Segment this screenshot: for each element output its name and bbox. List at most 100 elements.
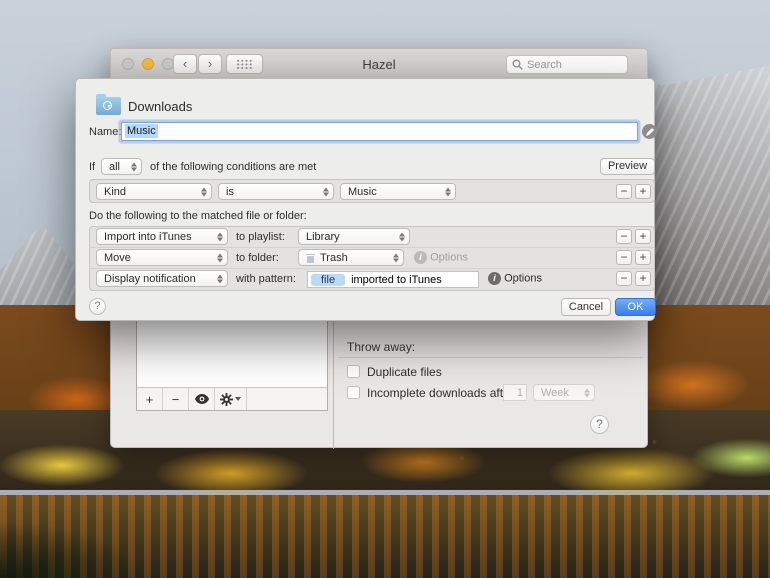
pattern-field[interactable]: file imported to iTunes [307, 271, 479, 288]
action-popup-notification[interactable]: Display notification [96, 270, 228, 287]
ok-button[interactable]: OK [615, 298, 656, 316]
folder-popup[interactable]: Trash [298, 249, 404, 266]
notification-options-button[interactable]: i Options [488, 272, 542, 285]
playlist-popup[interactable]: Library [298, 228, 410, 245]
stepper-icon [217, 232, 223, 241]
info-icon: i [488, 272, 501, 285]
dialog-folder-title: Downloads [128, 99, 193, 114]
add-action-button[interactable]: + [635, 250, 651, 265]
to-playlist-label: to playlist: [236, 231, 285, 243]
action-import-value: Import into iTunes [104, 230, 192, 243]
download-arrow-icon [106, 104, 111, 108]
pencil-icon [645, 127, 654, 136]
add-action-button[interactable]: + [635, 271, 651, 286]
search-icon [512, 59, 523, 70]
question-icon: ? [596, 417, 603, 431]
help-button[interactable]: ? [590, 415, 609, 434]
plus-icon: + [145, 391, 154, 407]
rule-name-value: Music [125, 124, 158, 138]
trash-icon [306, 253, 315, 263]
info-icon: i [414, 251, 427, 264]
add-condition-button[interactable]: + [635, 184, 651, 199]
notification-options-label: Options [504, 272, 542, 285]
chevron-down-icon [235, 397, 241, 401]
conditions-box: Kind is Music − + [89, 179, 655, 203]
move-options-button[interactable]: i Options [414, 251, 468, 264]
minus-icon: − [171, 391, 180, 407]
incomplete-duration-field[interactable] [503, 384, 527, 401]
stepper-icon [217, 274, 223, 283]
dialog-help-button[interactable]: ? [89, 298, 106, 315]
stepper-icon [399, 232, 405, 241]
condition-value-popup[interactable]: Music [340, 183, 456, 200]
action-popup-import[interactable]: Import into iTunes [96, 228, 228, 245]
minus-icon: − [620, 271, 628, 285]
stepper-icon [201, 187, 207, 196]
rule-name-field[interactable]: Music [121, 122, 638, 141]
duplicate-files-checkbox[interactable] [347, 365, 360, 378]
action-row-import: Import into iTunes to playlist: Library … [90, 227, 654, 248]
stepper-icon [584, 388, 590, 397]
action-row-move: Move to folder: Trash i Options − + [90, 248, 654, 269]
playlist-value: Library [306, 230, 340, 243]
with-pattern-label: with pattern: [236, 273, 296, 285]
wallpaper-dark-corner [0, 500, 220, 578]
folder-value: Trash [320, 251, 348, 264]
condition-attribute-value: Kind [104, 185, 127, 198]
remove-action-button[interactable]: − [616, 271, 632, 286]
titlebar[interactable]: ‹ › Hazel [111, 49, 647, 79]
name-label: Name: [89, 126, 122, 138]
actions-box: Import into iTunes to playlist: Library … [89, 226, 655, 291]
plus-icon: + [639, 250, 647, 264]
do-following-label: Do the following to the matched file or … [89, 210, 307, 222]
action-notification-value: Display notification [104, 272, 196, 285]
action-popup-move[interactable]: Move [96, 249, 228, 266]
search-field[interactable] [506, 55, 628, 74]
action-move-value: Move [104, 251, 131, 264]
throw-away-heading: Throw away: [347, 340, 416, 354]
match-mode-popup[interactable]: all [101, 158, 142, 175]
plus-icon: + [639, 229, 647, 243]
match-mode-value: all [109, 160, 121, 173]
incomplete-unit-popup[interactable]: Week [533, 384, 595, 401]
stepper-icon [323, 187, 329, 196]
add-action-button[interactable]: + [635, 229, 651, 244]
search-input[interactable] [527, 58, 617, 71]
plus-icon: + [639, 184, 647, 198]
cancel-button[interactable]: Cancel [561, 298, 611, 316]
remove-condition-button[interactable]: − [616, 184, 632, 199]
remove-action-button[interactable]: − [616, 229, 632, 244]
wallpaper-lake [0, 495, 770, 578]
edit-token-button[interactable] [642, 124, 657, 139]
remove-action-button[interactable]: − [616, 250, 632, 265]
incomplete-downloads-label: Incomplete downloads after [367, 386, 514, 400]
ok-label: OK [627, 301, 644, 313]
move-options-label: Options [430, 251, 468, 264]
cancel-label: Cancel [568, 301, 604, 313]
downloads-folder-icon [96, 94, 121, 115]
stepper-icon [393, 253, 399, 262]
action-row-notification: Display notification with pattern: file … [90, 269, 654, 290]
preview-button[interactable]: Preview [600, 158, 655, 175]
pattern-text: imported to iTunes [351, 273, 442, 286]
condition-operator-popup[interactable]: is [218, 183, 334, 200]
actions-gear-button[interactable] [215, 388, 247, 410]
condition-attribute-popup[interactable]: Kind [96, 183, 212, 200]
stepper-icon [445, 187, 451, 196]
eye-icon [194, 394, 209, 404]
preview-eye-button[interactable] [189, 388, 215, 410]
remove-folder-button[interactable]: − [163, 388, 189, 410]
preview-label: Preview [607, 160, 648, 172]
stepper-icon [131, 162, 137, 171]
minus-icon: − [620, 229, 628, 243]
gear-icon [220, 392, 233, 406]
desktop: ‹ › Hazel + − Throw awa [0, 0, 770, 578]
incomplete-unit-label: Week [541, 386, 569, 399]
to-folder-label: to folder: [236, 252, 279, 264]
incomplete-downloads-checkbox[interactable] [347, 386, 360, 399]
file-token[interactable]: file [311, 273, 346, 286]
section-divider [339, 357, 643, 358]
add-folder-button[interactable]: + [137, 388, 163, 410]
duplicate-files-label: Duplicate files [367, 365, 442, 379]
condition-operator-value: is [226, 185, 234, 198]
